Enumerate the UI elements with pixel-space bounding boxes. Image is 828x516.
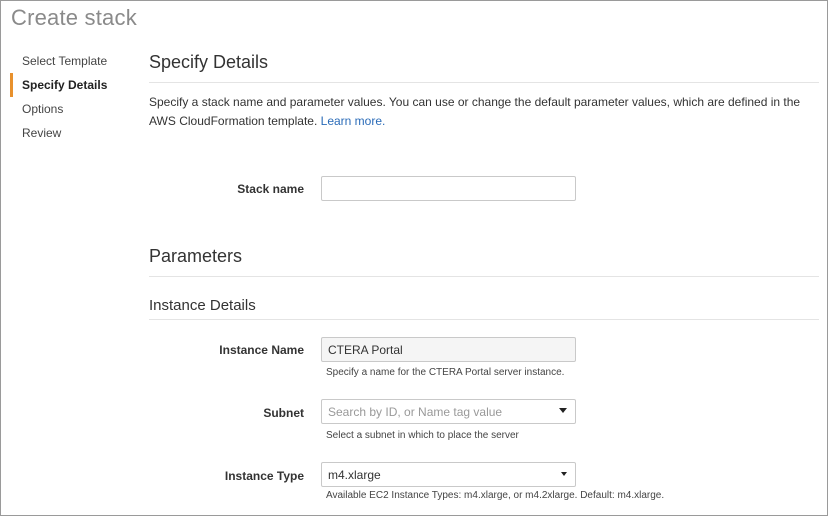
instance-type-select[interactable]: m4.xlarge xyxy=(321,462,576,487)
wizard-steps-nav: Select Template Specify Details Options … xyxy=(10,49,130,145)
divider xyxy=(149,82,819,83)
nav-item-options[interactable]: Options xyxy=(10,97,130,121)
stack-name-input[interactable] xyxy=(321,176,576,201)
instance-name-help: Specify a name for the CTERA Portal serv… xyxy=(326,367,565,378)
page-title: Create stack xyxy=(11,5,137,30)
instance-type-help: Available EC2 Instance Types: m4.xlarge,… xyxy=(326,490,665,501)
nav-item-specify-details[interactable]: Specify Details xyxy=(10,73,130,97)
parameters-heading: Parameters xyxy=(149,246,243,266)
description-text: Specify a stack name and parameter value… xyxy=(149,95,801,128)
instance-type-value: m4.xlarge xyxy=(328,468,381,482)
divider xyxy=(149,276,819,277)
nav-item-review[interactable]: Review xyxy=(10,121,130,145)
learn-more-link[interactable]: Learn more. xyxy=(321,114,386,128)
subnet-help: Select a subnet in which to place the se… xyxy=(326,430,519,441)
specify-details-heading: Specify Details xyxy=(149,52,269,72)
create-stack-window: Create stack Select Template Specify Det… xyxy=(0,0,828,516)
instance-type-label: Instance Type xyxy=(224,469,304,483)
caret-down-icon xyxy=(561,472,567,476)
stack-name-label: Stack name xyxy=(237,182,304,196)
instance-name-label: Instance Name xyxy=(219,343,304,357)
instance-details-heading: Instance Details xyxy=(149,297,256,314)
details-description: Specify a stack name and parameter value… xyxy=(149,93,819,131)
instance-name-input[interactable] xyxy=(321,337,576,362)
subnet-placeholder: Search by ID, or Name tag value xyxy=(328,405,503,419)
divider xyxy=(149,319,819,320)
subnet-select[interactable]: Search by ID, or Name tag value xyxy=(321,399,576,424)
nav-item-select-template[interactable]: Select Template xyxy=(10,49,130,73)
subnet-label: Subnet xyxy=(263,406,304,420)
caret-down-icon xyxy=(559,408,567,413)
